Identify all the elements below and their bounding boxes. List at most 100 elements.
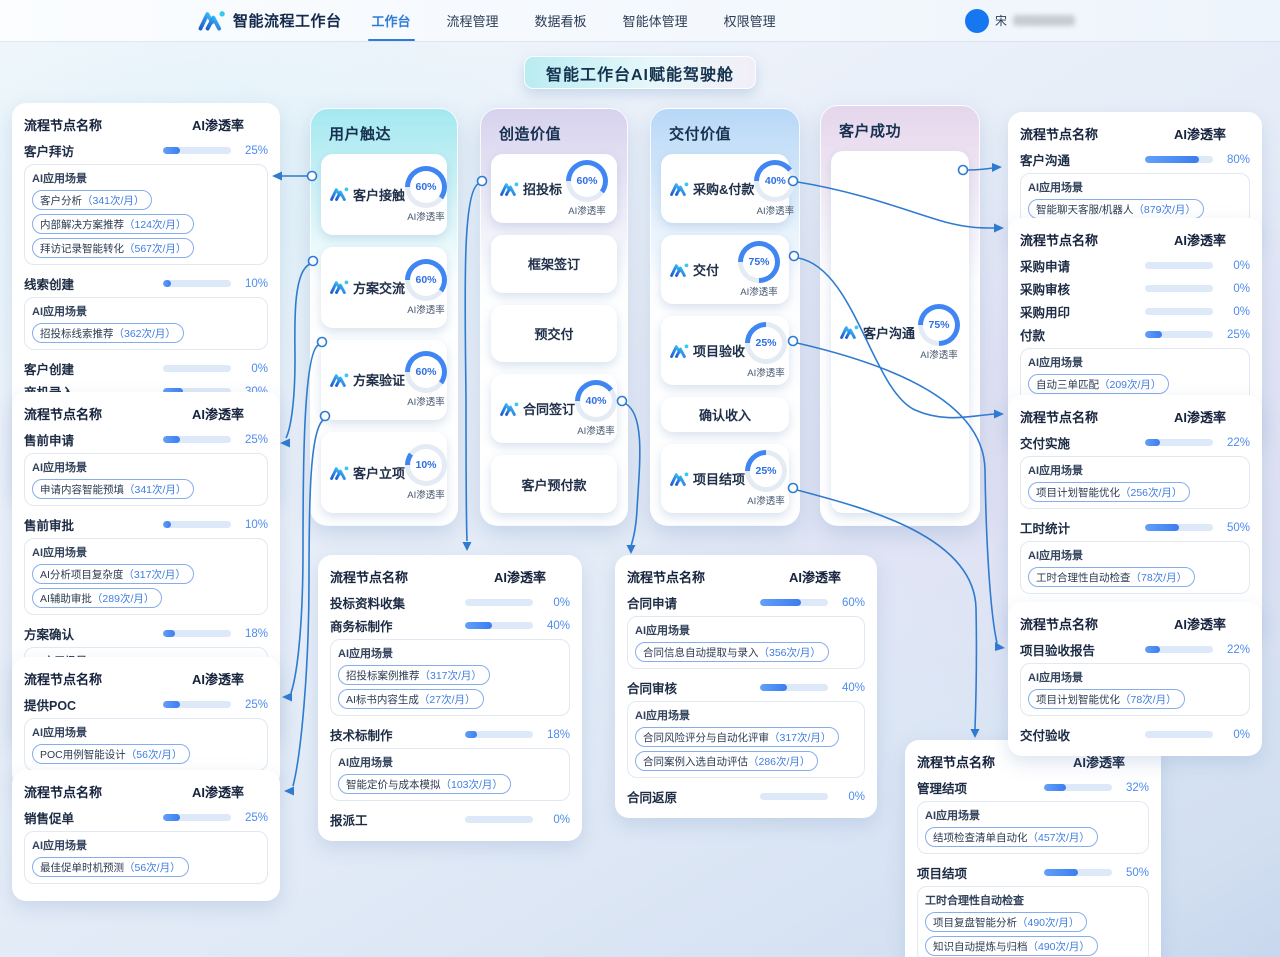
ai-scenario-tag[interactable]: 合同案例入选自动评估（286次/月） [635, 751, 818, 771]
nav-tab-2[interactable]: 流程管理 [447, 0, 499, 41]
stage-card-name: 合同签订 [523, 399, 575, 418]
node-name-column-label: 流程节点名称 [24, 404, 102, 423]
tag-name: 拜访记录智能转化 [40, 243, 124, 255]
stage-card[interactable]: 确认收入 [661, 397, 789, 432]
nav-tab-3[interactable]: 数据看板 [535, 0, 587, 41]
ai-scenario-tags: 合同信息自动提取与录入（356次/月） [635, 642, 857, 662]
stage-card[interactable]: 预交付 [491, 305, 617, 363]
ai-icon [330, 465, 349, 481]
rate-percent: 18% [238, 628, 268, 640]
ai-scenario-tags: 合同风险评分与自动化评审（317次/月） 合同案例入选自动评估（286次/月） [635, 727, 857, 771]
ai-scenario-box: AI应用场景项目计划智能优化（256次/月） [1020, 456, 1250, 509]
stage-column-title: 创造价值 [491, 119, 617, 154]
ai-scenario-tags: 申请内容智能预填（341次/月） [32, 479, 260, 499]
stage-card[interactable]: 客户预付款 [491, 455, 617, 513]
stage-column-4: 客户成功客户沟通75%AI渗透率 [820, 105, 980, 526]
ai-scenario-tag[interactable]: 合同风险评分与自动化评审（317次/月） [635, 727, 839, 747]
stage-card-left: 方案验证 [330, 370, 405, 389]
ai-scenario-tag[interactable]: AI辅助审批（289次/月） [32, 588, 162, 608]
stage-card[interactable]: 项目结项25%AI渗透率 [661, 444, 789, 513]
nav-tab-4[interactable]: 智能体管理 [623, 0, 688, 41]
stage-card-left: 客户沟通 [840, 323, 915, 342]
ai-scenario-tags: POC用例智能设计（56次/月） [32, 744, 260, 764]
ai-scenario-box: AI应用场景智能定价与成本模拟（103次/月） [330, 748, 570, 801]
detail-panel-3: 流程节点名称AI渗透率提供POC25%AI应用场景POC用例智能设计（56次/月… [12, 657, 280, 788]
avatar[interactable] [965, 9, 989, 33]
progress-ring: 60% [566, 160, 608, 202]
ai-scenario-tag[interactable]: 结项检查清单自动化（457次/月） [925, 827, 1098, 847]
ai-scenario-tag[interactable]: AI标书内容生成（27次/月） [338, 689, 484, 709]
ai-scenario-label: AI应用场景 [1028, 669, 1242, 685]
ai-scenario-tag[interactable]: 最佳促单时机预测（56次/月） [32, 857, 189, 877]
ai-scenario-tags: 结项检查清单自动化（457次/月） [925, 827, 1141, 847]
tag-name: 项目计划智能优化 [1036, 487, 1120, 499]
ai-scenario-tag[interactable]: AI分析项目复杂度（317次/月） [32, 564, 194, 584]
rate-bar-track [163, 521, 231, 528]
stage-card[interactable]: 方案验证60%AI渗透率 [321, 340, 447, 421]
user-menu[interactable]: 宋 [965, 9, 1075, 33]
ai-scenario-label: AI应用场景 [1028, 179, 1242, 195]
ai-scenario-tag[interactable]: POC用例智能设计（56次/月） [32, 744, 190, 764]
ai-scenario-tag[interactable]: 客户分析（341次/月） [32, 190, 152, 210]
rate-bar-group: 22% [1145, 644, 1250, 656]
stage-card[interactable]: 合同签订40%AI渗透率 [491, 374, 617, 443]
ai-scenario-label: AI应用场景 [1028, 547, 1242, 563]
ai-scenario-label: AI应用场景 [1028, 462, 1242, 478]
stage-card[interactable]: 招投标60%AI渗透率 [491, 154, 617, 223]
rate-bar-track [1044, 869, 1112, 876]
tag-count: （341次/月） [124, 484, 186, 496]
ai-rate-column-label: AI渗透率 [192, 782, 244, 801]
stage-card[interactable]: 交付75%AI渗透率 [661, 235, 789, 304]
rate-bar-fill [1145, 156, 1199, 163]
ai-scenario-tag[interactable]: 智能聊天客服/机器人（879次/月） [1028, 199, 1204, 219]
ai-scenario-tag[interactable]: 拜访记录智能转化（567次/月） [32, 238, 194, 258]
process-node-row: 客户拜访25% [24, 139, 268, 162]
ai-scenario-tag[interactable]: 招投标案例推荐（317次/月） [338, 665, 490, 685]
ai-scenario-tag[interactable]: 项目计划智能优化（256次/月） [1028, 482, 1190, 502]
stage-card[interactable]: 项目验收25%AI渗透率 [661, 316, 789, 385]
ai-scenario-tag[interactable]: 工时合理性自动检查（78次/月） [1028, 567, 1195, 587]
tag-name: 最佳促单时机预测 [40, 862, 124, 874]
ring-label: AI渗透率 [757, 203, 794, 217]
node-name-column-label: 流程节点名称 [24, 669, 102, 688]
stage-card[interactable]: 客户沟通75%AI渗透率 [831, 151, 969, 513]
rate-bar-group: 25% [163, 812, 268, 824]
ring-percent: 40% [765, 175, 786, 187]
tag-count: （567次/月） [124, 243, 186, 255]
stage-card[interactable]: 客户接触60%AI渗透率 [321, 154, 447, 235]
progress-ring: 40% [754, 160, 796, 202]
nav-tab-1[interactable]: 工作台 [372, 0, 411, 41]
rate-percent: 0% [540, 597, 570, 609]
ai-scenario-tag[interactable]: 合同信息自动提取与录入（356次/月） [635, 642, 829, 662]
ai-scenario-tag[interactable]: 自动三单匹配（209次/月） [1028, 374, 1169, 394]
tag-name: 智能聊天客服/机器人 [1036, 204, 1133, 216]
rate-bar-track [163, 280, 231, 287]
ai-scenario-tag[interactable]: 招投标线索推荐（362次/月） [32, 323, 184, 343]
rate-percent: 25% [238, 699, 268, 711]
stage-card-name: 项目验收 [693, 341, 745, 360]
ai-scenario-tag[interactable]: 申请内容智能预填（341次/月） [32, 479, 194, 499]
ai-scenario-box: AI应用场景合同信息自动提取与录入（356次/月） [627, 616, 865, 669]
stage-card[interactable]: 框架签订 [491, 235, 617, 293]
ai-scenario-tag[interactable]: 智能定价与成本模拟（103次/月） [338, 774, 511, 794]
ai-scenario-tag[interactable]: 项目复盘智能分析（490次/月） [925, 912, 1087, 932]
detail-panel-6: 流程节点名称AI渗透率合同申请60%AI应用场景合同信息自动提取与录入（356次… [615, 555, 877, 818]
ai-scenario-tags: 项目计划智能优化（256次/月） [1028, 482, 1242, 502]
rate-bar-group: 0% [465, 814, 570, 826]
ai-scenario-tags: 客户分析（341次/月） 内部解决方案推荐（124次/月） 拜访记录智能转化（567… [32, 190, 260, 258]
ring-percent: 25% [756, 465, 777, 477]
ring-percent: 10% [416, 459, 437, 471]
rate-bar-fill [1044, 869, 1078, 876]
node-name: 方案确认 [24, 624, 74, 643]
ai-scenario-tag[interactable]: 项目计划智能优化（78次/月） [1028, 689, 1185, 709]
ai-scenario-tag[interactable]: 内部解决方案推荐（124次/月） [32, 214, 194, 234]
stage-card[interactable]: 方案交流60%AI渗透率 [321, 247, 447, 328]
tag-count: （78次/月） [1131, 572, 1188, 584]
panel-header: 流程节点名称AI渗透率 [1020, 230, 1250, 249]
stage-card[interactable]: 采购&付款40%AI渗透率 [661, 154, 789, 223]
stage-card[interactable]: 客户立项10%AI渗透率 [321, 432, 447, 513]
ai-scenario-tag[interactable]: 知识自动提炼与归档（490次/月） [925, 936, 1098, 956]
tag-count: （356次/月） [759, 647, 821, 659]
ring-label: AI渗透率 [407, 394, 444, 408]
nav-tab-5[interactable]: 权限管理 [724, 0, 776, 41]
